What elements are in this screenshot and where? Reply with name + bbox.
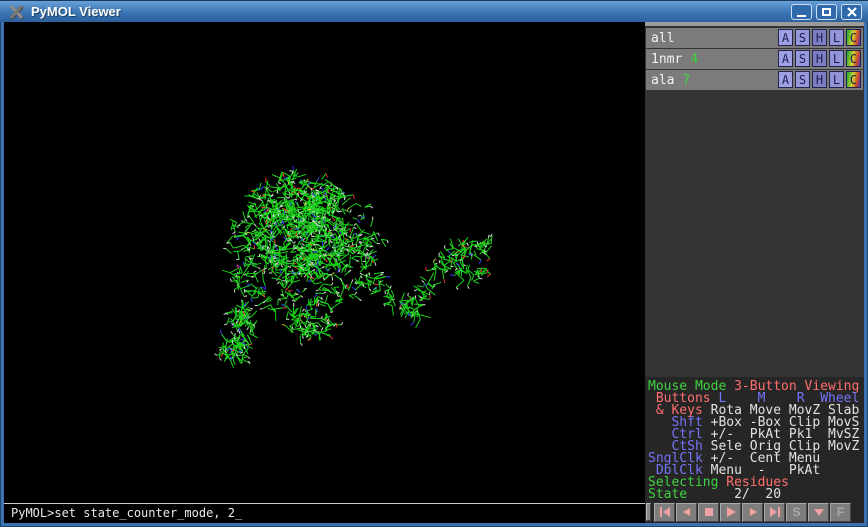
mouse-help: Mouse Mode 3-Button Viewing Buttons L M … [648,381,859,501]
object-buttons: A S H L C [778,71,861,88]
object-buttons: A S H L C [778,50,861,67]
step-back-icon [681,507,693,517]
window-controls [791,4,862,20]
object-name: 1nmr [651,52,682,67]
action-button[interactable]: A [778,50,793,67]
command-input[interactable]: PyMOL>set state_counter_mode, 2_ [4,504,645,523]
go-to-end-button[interactable] [764,503,785,522]
color-button[interactable]: C [846,71,861,88]
object-name: all [651,31,674,46]
object-buttons: A S H L C [778,29,861,46]
play-icon [725,507,737,517]
step-back-button[interactable] [676,503,697,522]
action-button[interactable]: A [778,71,793,88]
label-button[interactable]: L [829,29,844,46]
playback-controls: S F [646,502,863,522]
object-row-all[interactable]: all A S H L C [646,28,863,48]
show-button[interactable]: S [795,29,810,46]
go-to-start-button[interactable] [654,503,675,522]
molecule-render[interactable] [4,22,645,503]
pymol-window: { "window": { "title": "PyMOL Viewer", "… [0,0,868,527]
panel-top-strip [645,22,864,26]
maximize-icon [822,8,831,16]
scene-button-label: S [792,505,800,519]
control-panel: all A S H L C 1nmr 4 A S H L C [645,22,864,523]
object-state-count: 4 [690,52,698,67]
menu-down-icon [813,507,825,517]
object-name: ala [651,73,674,88]
panel-grip[interactable] [646,503,651,521]
step-forward-button[interactable] [742,503,763,522]
step-forward-icon [747,507,759,517]
label-button[interactable]: L [829,71,844,88]
hide-button[interactable]: H [812,71,827,88]
fullscreen-button[interactable]: F [830,503,851,522]
window-content: PyMOL>set state_counter_mode, 2_ all A S… [4,22,864,523]
window-title: PyMOL Viewer [31,4,121,19]
object-list: all A S H L C 1nmr 4 A S H L C [646,28,863,91]
close-icon [847,7,857,17]
show-button[interactable]: S [795,71,810,88]
minimize-button[interactable] [791,4,812,20]
stop-icon [703,507,715,517]
show-button[interactable]: S [795,50,810,67]
title-bar[interactable]: PyMOL Viewer [0,0,868,22]
menu-down-button[interactable] [808,503,829,522]
close-button[interactable] [841,4,862,20]
scene-button[interactable]: S [786,503,807,522]
color-button[interactable]: C [846,29,861,46]
mouse-help-line: State 2/ 20 [648,489,859,501]
hide-button[interactable]: H [812,29,827,46]
minimize-icon [797,15,806,17]
object-state-count: 7 [682,73,690,88]
hide-button[interactable]: H [812,50,827,67]
object-row-ala[interactable]: ala 7 A S H L C [646,70,863,90]
color-button[interactable]: C [846,50,861,67]
3d-viewport[interactable]: PyMOL>set state_counter_mode, 2_ [4,22,645,523]
stop-button[interactable] [698,503,719,522]
go-to-end-icon [769,507,781,517]
label-button[interactable]: L [829,50,844,67]
object-row-1nmr[interactable]: 1nmr 4 A S H L C [646,49,863,69]
go-to-start-icon [659,507,671,517]
play-button[interactable] [720,503,741,522]
fullscreen-button-label: F [837,505,844,519]
maximize-button[interactable] [816,4,837,20]
action-button[interactable]: A [778,29,793,46]
x11-logo-icon [8,4,25,20]
